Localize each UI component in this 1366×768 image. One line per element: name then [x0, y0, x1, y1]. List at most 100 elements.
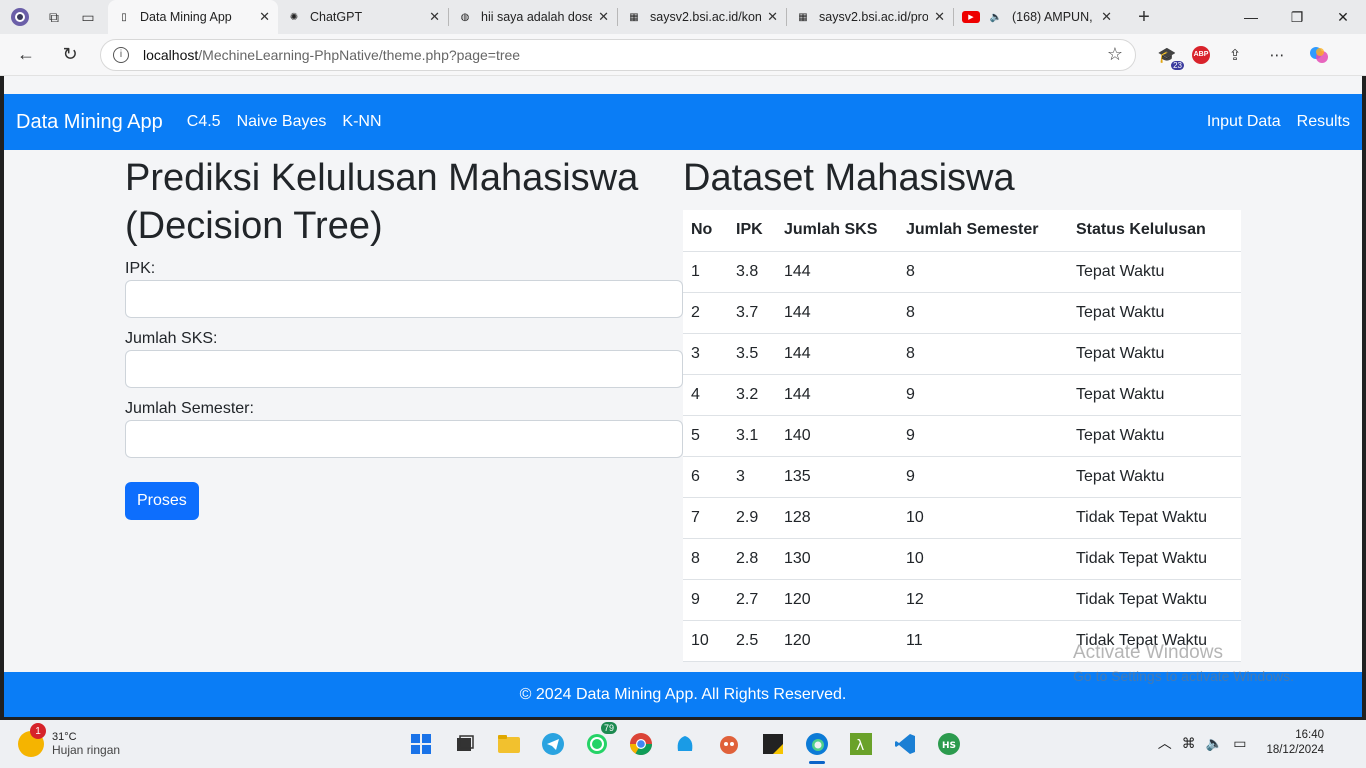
sticky-notes-icon[interactable] [757, 726, 789, 762]
table-cell: 8 [683, 538, 728, 580]
page-viewport: Data Mining App C4.5 Naive Bayes K-NN In… [4, 76, 1362, 717]
ipk-input[interactable] [125, 280, 683, 318]
app-blue-icon[interactable] [669, 726, 701, 762]
extension-graduation-icon[interactable]: 🎓 23 [1150, 40, 1184, 70]
weather-widget[interactable]: 1 31°C Hujan ringan [18, 723, 148, 757]
share-icon[interactable]: ⇪ [1218, 40, 1252, 70]
table-cell: 2.8 [728, 538, 776, 580]
close-tab-icon[interactable]: ✕ [259, 9, 270, 25]
workspaces-icon[interactable]: ⧉ [40, 3, 68, 31]
favorite-star-icon[interactable]: ☆ [1107, 44, 1123, 65]
table-row: 1 3.8 144 8 Tepat Waktu [683, 251, 1241, 293]
close-tab-icon[interactable]: ✕ [429, 9, 440, 25]
task-view-icon[interactable] [449, 726, 481, 762]
table-cell: Tidak Tepat Waktu [1068, 497, 1241, 539]
app-character-icon[interactable] [713, 726, 745, 762]
globe-icon: ◍ [460, 11, 470, 23]
tab-title: (168) AMPUN, C [1012, 10, 1095, 24]
telegram-icon[interactable] [537, 726, 569, 762]
volume-icon[interactable]: 🔈 [1206, 735, 1223, 752]
chrome-icon[interactable] [625, 726, 657, 762]
close-tab-icon[interactable]: ✕ [934, 9, 945, 25]
close-tab-icon[interactable]: ✕ [598, 9, 609, 25]
clock-date: 18/12/2024 [1266, 744, 1324, 756]
address-bar[interactable]: i localhost /MechineLearning-PhpNative/t… [100, 38, 1136, 71]
nav-link-input-data[interactable]: Input Data [1207, 113, 1281, 131]
tab-actions-icon[interactable]: ▭ [74, 3, 102, 31]
nav-link-knn[interactable]: K-NN [342, 113, 381, 131]
more-menu-icon[interactable]: ⋯ [1260, 40, 1294, 70]
hs-app-icon[interactable]: HS [933, 726, 965, 762]
semester-input[interactable] [125, 420, 683, 458]
tab-saysv2-prof[interactable]: ▦ saysv2.bsi.ac.id/prof ✕ [787, 0, 953, 34]
language-icon[interactable]: ⌘ [1182, 735, 1196, 752]
footer-text: © 2024 Data Mining App. All Rights Reser… [519, 685, 847, 703]
table-cell: 2 [683, 292, 728, 334]
speaker-icon[interactable]: 🔈 [988, 9, 1004, 25]
windows-start-icon[interactable] [405, 726, 437, 762]
adblock-plus-icon[interactable]: ABP [1192, 45, 1210, 64]
sks-input[interactable] [125, 350, 683, 388]
whatsapp-icon[interactable]: 79 [581, 722, 617, 762]
tab-chatgpt[interactable]: ✺ ChatGPT ✕ [278, 0, 448, 34]
svg-text:HS: HS [942, 741, 956, 751]
url-path: /MechineLearning-PhpNative/theme.php?pag… [198, 46, 521, 63]
close-tab-icon[interactable]: ✕ [767, 9, 778, 25]
ipk-group: IPK: [125, 260, 683, 318]
tab-data-mining-app[interactable]: ▯ Data Mining App ✕ [108, 0, 278, 34]
vscode-icon[interactable] [889, 726, 921, 762]
table-cell: 3 [728, 456, 776, 498]
weather-badge: 1 [30, 723, 46, 739]
refresh-icon[interactable]: ↻ [52, 37, 88, 73]
close-window-icon[interactable]: ✕ [1320, 0, 1366, 34]
file-explorer-icon[interactable] [493, 726, 525, 762]
brand-link[interactable]: Data Mining App [16, 111, 163, 134]
table-cell: 10 [898, 538, 1068, 580]
system-tray: ︿ ⌘ 🔈 ▭ 16:40 18/12/2024 [1158, 728, 1324, 758]
column-header: Status Kelulusan [1068, 210, 1241, 252]
taskbar-apps: 79 λ HS [405, 722, 965, 764]
lambda-app-icon[interactable]: λ [845, 726, 877, 762]
copilot-icon[interactable] [1302, 40, 1336, 70]
new-tab-button[interactable]: + [1130, 6, 1158, 29]
nav-link-c45[interactable]: C4.5 [187, 113, 221, 131]
ipk-label: IPK: [125, 260, 156, 277]
watermark-title: Activate Windows [1073, 642, 1223, 663]
nav-link-naive-bayes[interactable]: Naive Bayes [237, 113, 327, 131]
tab-youtube[interactable]: ▶ 🔈 (168) AMPUN, C ✕ [954, 0, 1120, 34]
sks-group: Jumlah SKS: [125, 330, 683, 388]
table-cell: 5 [683, 415, 728, 457]
table-cell: 4 [683, 374, 728, 416]
semester-label: Jumlah Semester: [125, 400, 254, 417]
battery-icon[interactable]: ▭ [1233, 735, 1246, 752]
table-cell: Tepat Waktu [1068, 456, 1241, 498]
activate-windows-watermark: Activate Windows Go to Settings to activ… [1073, 642, 1294, 684]
table-cell: Tepat Waktu [1068, 415, 1241, 457]
proses-button[interactable]: Proses [125, 482, 199, 520]
url-host: localhost [143, 46, 199, 63]
column-header: Jumlah Semester [898, 210, 1068, 252]
app-navbar: Data Mining App C4.5 Naive Bayes K-NN In… [4, 94, 1362, 150]
table-cell: 144 [776, 333, 898, 375]
site-info-icon[interactable]: i [113, 46, 129, 63]
tab-hii-saya[interactable]: ◍ hii saya adalah dosen ✕ [449, 0, 617, 34]
profile-icon[interactable] [6, 3, 34, 31]
minimize-icon[interactable]: — [1228, 0, 1274, 34]
close-tab-icon[interactable]: ✕ [1101, 9, 1112, 25]
tab-saysv2-kons[interactable]: ▦ saysv2.bsi.ac.id/kons ✕ [618, 0, 786, 34]
edge-icon[interactable] [801, 726, 833, 764]
sks-label: Jumlah SKS: [125, 330, 218, 347]
temperature: 31°C [52, 731, 77, 743]
table-row: 5 3.1 140 9 Tepat Waktu [683, 415, 1241, 457]
nav-link-results[interactable]: Results [1297, 113, 1350, 131]
table-cell: 8 [898, 251, 1068, 293]
main-content: Prediksi Kelulusan Mahasiswa (Decision T… [4, 150, 1362, 672]
page-icon: ▯ [121, 11, 127, 23]
table-cell: 12 [898, 579, 1068, 621]
clock[interactable]: 16:40 18/12/2024 [1266, 728, 1324, 758]
table-cell: 135 [776, 456, 898, 498]
chevron-up-icon[interactable]: ︿ [1158, 733, 1172, 753]
table-cell: 9 [898, 374, 1068, 416]
restore-icon[interactable]: ❐ [1274, 0, 1320, 34]
back-arrow-icon[interactable]: ← [8, 37, 44, 73]
